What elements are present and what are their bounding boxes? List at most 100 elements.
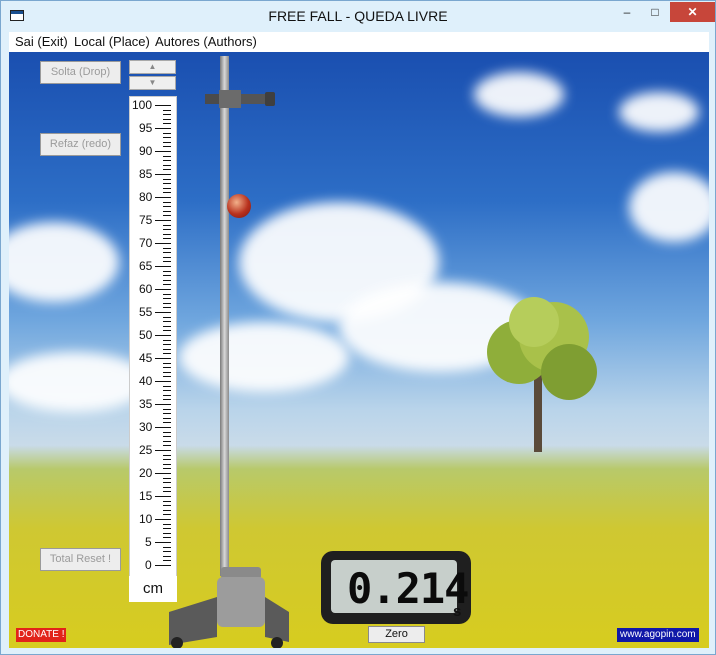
ruler-minor-tick xyxy=(163,463,171,465)
ruler-label: 80 xyxy=(139,190,153,204)
ruler-minor-tick xyxy=(163,385,171,387)
ruler-minor-tick xyxy=(163,201,171,203)
menu-place[interactable]: Local (Place) xyxy=(74,34,150,49)
ruler-minor-tick xyxy=(163,477,171,479)
height-down-button[interactable]: ▼ xyxy=(129,76,176,90)
ruler-minor-tick xyxy=(163,348,171,350)
close-button[interactable]: ✕ xyxy=(670,2,715,22)
ruler-major-tick xyxy=(155,496,171,497)
ruler-minor-tick xyxy=(163,261,171,263)
ruler-minor-tick xyxy=(163,275,171,277)
window-title: FREE FALL - QUEDA LIVRE xyxy=(268,8,448,24)
ruler-major-tick xyxy=(155,450,171,451)
ruler-major-tick xyxy=(155,381,171,382)
ruler-label: 90 xyxy=(139,144,153,158)
zero-button[interactable]: Zero xyxy=(368,626,425,643)
ruler-minor-tick xyxy=(163,132,171,134)
drop-button[interactable]: Solta (Drop) xyxy=(40,61,121,84)
redo-button[interactable]: Refaz (redo) xyxy=(40,133,121,156)
timer-display: 0.214 s xyxy=(321,551,471,624)
ruler-major-tick xyxy=(155,197,171,198)
ruler-label: 20 xyxy=(139,466,153,480)
ruler-label: 15 xyxy=(139,489,153,503)
release-clamp xyxy=(205,90,275,108)
ruler-minor-tick xyxy=(163,523,171,525)
ruler-major-tick xyxy=(155,312,171,313)
ruler-minor-tick xyxy=(163,394,171,396)
ruler-minor-tick xyxy=(163,486,171,488)
ruler-major-tick xyxy=(155,220,171,221)
maximize-button[interactable]: □ xyxy=(641,2,669,22)
simulation-scene: Solta (Drop) Refaz (redo) Total Reset ! … xyxy=(9,52,709,648)
ruler-minor-tick xyxy=(163,537,171,539)
ruler-major-tick xyxy=(155,105,171,106)
ruler-major-tick xyxy=(155,128,171,129)
falling-ball xyxy=(227,194,251,218)
cloud xyxy=(9,352,149,412)
ruler-major-tick xyxy=(155,519,171,520)
ruler-minor-tick xyxy=(163,491,171,493)
ruler-minor-tick xyxy=(163,551,171,553)
ruler-minor-tick xyxy=(163,321,171,323)
ruler-minor-tick xyxy=(163,532,171,534)
ruler-label: 85 xyxy=(139,167,153,181)
ruler-major-tick xyxy=(155,289,171,290)
ruler-minor-tick xyxy=(163,505,171,507)
ruler-label: 5 xyxy=(145,535,152,549)
ruler-minor-tick xyxy=(163,339,171,341)
total-reset-button[interactable]: Total Reset ! xyxy=(40,548,121,571)
ruler-minor-tick xyxy=(163,459,171,461)
ruler-minor-tick xyxy=(163,229,171,231)
ruler-minor-tick xyxy=(163,215,171,217)
donate-button[interactable]: DONATE ! xyxy=(16,628,67,642)
ruler-label: 60 xyxy=(139,282,153,296)
ruler-minor-tick xyxy=(163,555,171,557)
ruler-minor-tick xyxy=(163,183,171,185)
ruler-label: 55 xyxy=(139,305,153,319)
ruler-label: 50 xyxy=(139,328,153,342)
ruler-label: 35 xyxy=(139,397,153,411)
ruler-minor-tick xyxy=(163,509,171,511)
ruler-minor-tick xyxy=(163,114,171,116)
tree-image xyxy=(487,297,597,452)
ruler-minor-tick xyxy=(163,413,171,415)
ruler-minor-tick xyxy=(163,206,171,208)
ruler-minor-tick xyxy=(163,284,171,286)
minimize-button[interactable]: – xyxy=(613,2,641,22)
ruler-label: 0 xyxy=(145,558,152,572)
ruler-label: 25 xyxy=(139,443,153,457)
ruler-minor-tick xyxy=(163,399,171,401)
ruler-minor-tick xyxy=(163,353,171,355)
ruler-minor-tick xyxy=(163,279,171,281)
ruler-minor-tick xyxy=(163,178,171,180)
website-link[interactable]: www.agopin.com xyxy=(617,628,699,642)
ruler-label: 65 xyxy=(139,259,153,273)
cloud xyxy=(474,72,564,117)
ruler-minor-tick xyxy=(163,238,171,240)
stand-base xyxy=(169,567,289,648)
ruler-minor-tick xyxy=(163,514,171,516)
ruler-label: 40 xyxy=(139,374,153,388)
ruler-major-tick xyxy=(155,358,171,359)
ruler-minor-tick xyxy=(163,445,171,447)
ruler-major-tick xyxy=(155,542,171,543)
height-up-button[interactable]: ▲ xyxy=(129,60,176,74)
ruler-minor-tick xyxy=(163,307,171,309)
ruler-minor-tick xyxy=(163,123,171,125)
ruler-minor-tick xyxy=(163,146,171,148)
timer-unit: s xyxy=(453,603,462,620)
ruler-minor-tick xyxy=(163,298,171,300)
menu-exit[interactable]: Sai (Exit) xyxy=(15,34,68,49)
ruler-minor-tick xyxy=(163,302,171,304)
ruler-minor-tick xyxy=(163,546,171,548)
ruler-label: 100 xyxy=(132,98,153,112)
ruler-major-tick xyxy=(155,243,171,244)
ruler-major-tick xyxy=(155,266,171,267)
ruler-minor-tick xyxy=(163,187,171,189)
ruler-minor-tick xyxy=(163,256,171,258)
ruler-minor-tick xyxy=(163,440,171,442)
ruler-major-tick xyxy=(155,335,171,336)
menu-authors[interactable]: Autores (Authors) xyxy=(155,34,257,49)
ruler-minor-tick xyxy=(163,376,171,378)
ruler-minor-tick xyxy=(163,109,171,111)
